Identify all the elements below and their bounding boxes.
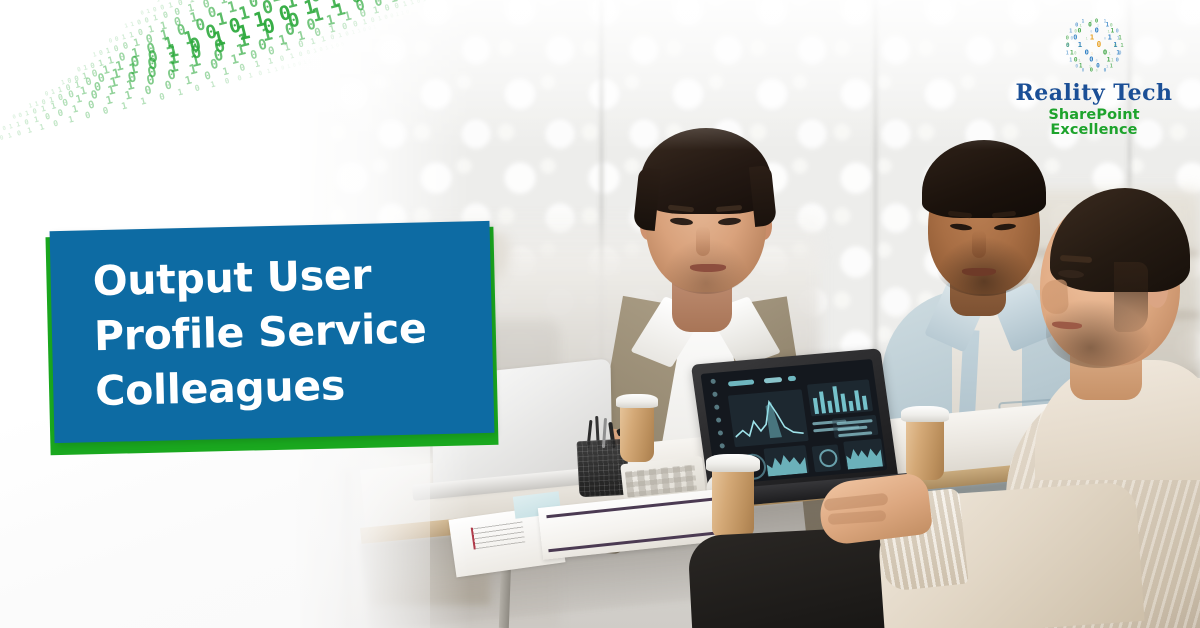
dashboard-area-chart-2 <box>846 448 883 470</box>
title-line-2: Profile Service <box>93 303 427 360</box>
svg-text:1: 1 <box>1106 64 1109 69</box>
title-card: Output User Profile Service Colleagues <box>40 220 510 456</box>
svg-text:0: 0 <box>1066 43 1069 49</box>
dashboard-area-chart <box>766 455 808 477</box>
title-line-3: Colleagues <box>94 360 346 415</box>
svg-text:0: 0 <box>1096 69 1098 73</box>
svg-text:0: 0 <box>1066 35 1070 41</box>
person-mouth <box>962 268 996 276</box>
svg-text:0: 0 <box>1077 26 1081 34</box>
svg-text:0: 0 <box>1075 64 1078 70</box>
svg-text:1: 1 <box>1066 51 1069 57</box>
svg-text:1: 1 <box>1111 58 1114 63</box>
svg-text:0: 0 <box>1104 36 1106 40</box>
svg-text:0: 0 <box>1088 22 1092 29</box>
title-line-1: Output User <box>92 250 372 305</box>
svg-text:1: 1 <box>1078 58 1081 63</box>
svg-text:0: 0 <box>1119 51 1122 57</box>
svg-text:0: 0 <box>1074 57 1078 64</box>
binary-sphere-svg: 0 1011 0100 11 01001 0 0111100 0 1 0110100 1 1 01001… <box>1066 18 1125 74</box>
person-nose <box>972 230 986 258</box>
svg-text:1: 1 <box>1118 35 1122 41</box>
svg-text:1: 1 <box>1082 18 1085 24</box>
banner-root: 0100101101001101010010110100111011010010… <box>0 0 1200 628</box>
dashboard-label <box>787 375 797 382</box>
dashboard-label <box>763 376 783 384</box>
svg-text:1: 1 <box>1069 28 1072 34</box>
svg-text:0: 0 <box>1089 56 1093 64</box>
person-mouth <box>690 264 726 272</box>
dashboard-label <box>727 379 755 387</box>
svg-text:0: 0 <box>1074 51 1077 56</box>
svg-text:0: 0 <box>1090 68 1093 74</box>
svg-text:1: 1 <box>1110 64 1113 70</box>
svg-text:1: 1 <box>1098 44 1100 48</box>
logo-tagline: SharePoint Excellence <box>1048 107 1140 138</box>
page-title: Output User Profile Service Colleagues <box>50 221 495 443</box>
person-sideburn <box>1114 262 1148 332</box>
person-nose <box>696 226 710 256</box>
svg-text:1: 1 <box>1090 32 1095 41</box>
svg-text:0: 0 <box>1116 28 1119 34</box>
svg-text:0: 0 <box>1082 68 1085 73</box>
svg-text:0: 0 <box>1116 58 1119 64</box>
svg-text:0: 0 <box>1104 68 1107 74</box>
svg-text:0: 0 <box>1073 33 1077 41</box>
svg-text:1: 1 <box>1120 43 1124 49</box>
binary-sphere-icon: 0101101001101001001111000101101001101001… <box>1063 16 1125 78</box>
svg-text:1: 1 <box>1086 36 1088 40</box>
dashboard-line-chart <box>735 399 804 439</box>
svg-text:1: 1 <box>1108 33 1112 41</box>
svg-text:0: 0 <box>1071 35 1074 41</box>
person-nose <box>1040 279 1070 315</box>
svg-text:1: 1 <box>1069 58 1072 64</box>
svg-text:0: 0 <box>1095 26 1099 34</box>
company-logo[interactable]: 0101101001101001001111000101101001101001… <box>1008 16 1180 136</box>
svg-text:1: 1 <box>1107 56 1111 64</box>
logo-company-name: Reality Tech <box>1015 80 1173 106</box>
